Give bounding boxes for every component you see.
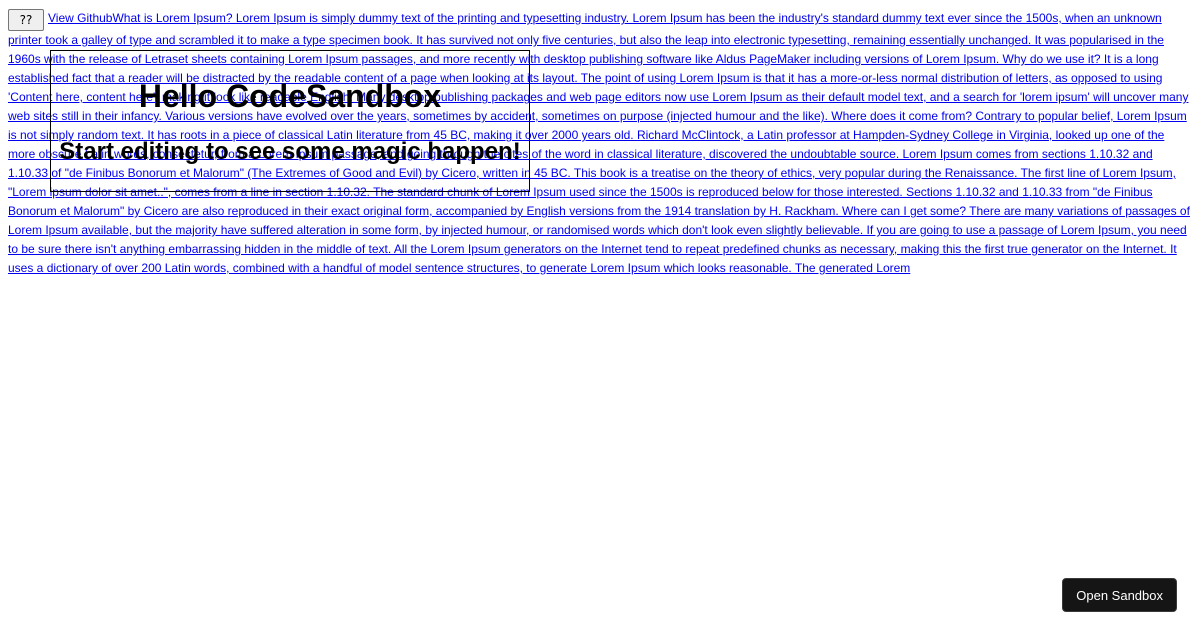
page: ?? View GithubWhat is Lorem Ipsum? Lorem … xyxy=(0,0,1200,630)
hero-subtitle: Start editing to see some magic happen! xyxy=(59,138,521,165)
open-sandbox-button[interactable]: Open Sandbox xyxy=(1062,578,1177,612)
hero-box: Hello CodeSandbox Start editing to see s… xyxy=(50,50,530,192)
hero-title: Hello CodeSandbox xyxy=(138,78,442,114)
menu-button[interactable]: ?? xyxy=(8,9,44,31)
github-link[interactable]: View Github xyxy=(48,11,112,25)
